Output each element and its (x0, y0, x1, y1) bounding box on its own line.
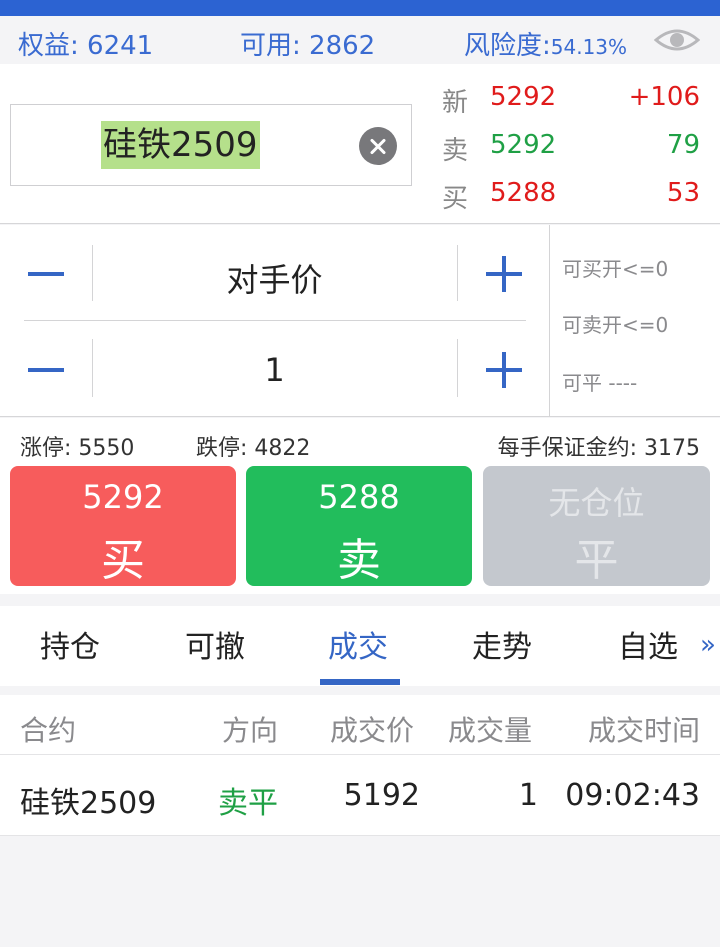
close-circle-icon[interactable] (359, 127, 397, 165)
quote-label: 买 (442, 184, 469, 214)
sell-label: 卖 (337, 535, 381, 586)
trades-table: 合约 方向 成交价 成交量 成交时间 硅铁2509 卖平 5192 1 09:0… (0, 695, 720, 836)
tab-trades[interactable]: 成交 (328, 622, 388, 666)
price-type-selector[interactable]: 对手价 (92, 255, 457, 301)
close-position-button[interactable]: 无仓位 平 (483, 466, 710, 586)
cell-contract: 硅铁2509 (20, 786, 157, 821)
quote-change: 79 (666, 130, 700, 160)
price-minus-button[interactable] (28, 272, 64, 276)
bottom-tabs: 持仓 可撤 成交 走势 自选 » (0, 606, 720, 686)
col-volume: 成交量 (448, 714, 533, 747)
symbol-input[interactable]: 硅铁2509 (10, 104, 412, 186)
tab-positions[interactable]: 持仓 (40, 622, 100, 666)
quantity-input[interactable]: 1 (92, 351, 457, 389)
tab-watchlist[interactable]: 自选 (618, 622, 678, 666)
price-limits: 涨停: 5550 跌停: 4822 每手保证金约: 3175 (0, 418, 720, 464)
tab-cancelable[interactable]: 可撤 (185, 622, 245, 666)
quote-value: 5292 (490, 130, 557, 160)
order-panel: 对手价 1 可买开<=0 可卖开<=0 可平 ---- (0, 225, 720, 417)
close-status: 无仓位 (548, 484, 645, 522)
price-plus-button[interactable] (486, 256, 522, 292)
position-availability: 可买开<=0 可卖开<=0 可平 ---- (549, 225, 720, 417)
can-buy-open: 可买开<=0 (562, 257, 669, 281)
margin-per-lot: 每手保证金约: 3175 (497, 436, 700, 461)
quantity-plus-button[interactable] (486, 352, 522, 388)
quote-value: 5288 (490, 178, 557, 208)
buy-button[interactable]: 5292 买 (10, 466, 236, 586)
divider (457, 339, 458, 397)
account-summary: 权益: 6241 可用: 2862 风险度:54.13% (0, 16, 720, 64)
trade-buttons: 5292 买 5288 卖 无仓位 平 (0, 464, 720, 594)
symbol-text: 硅铁2509 (101, 121, 260, 169)
cell-direction: 卖平 (218, 786, 278, 821)
limit-down: 跌停: 4822 (196, 436, 311, 461)
sell-button[interactable]: 5288 卖 (246, 466, 472, 586)
quote-label: 卖 (442, 136, 469, 166)
quote-change: 53 (666, 178, 700, 208)
cell-time: 09:02:43 (565, 778, 700, 813)
quote-change: +106 (628, 82, 700, 112)
cell-price: 5192 (343, 778, 420, 813)
risk: 风险度:54.13% (464, 31, 628, 61)
quote-row-ask: 卖 5292 79 (442, 126, 700, 166)
quote-panel: 硅铁2509 新 5292 +106 卖 5292 79 买 5288 53 (0, 64, 720, 224)
can-close: 可平 ---- (562, 371, 638, 395)
col-contract: 合约 (20, 714, 77, 747)
double-chevron-right-icon[interactable]: » (700, 630, 720, 660)
quote-value: 5292 (490, 82, 557, 112)
tab-trend[interactable]: 走势 (472, 622, 532, 666)
status-bar (0, 0, 720, 16)
quote-row-bid: 买 5288 53 (442, 174, 700, 214)
table-header: 合约 方向 成交价 成交量 成交时间 (0, 695, 720, 755)
equity: 权益: 6241 (18, 31, 154, 61)
quote-label: 新 (442, 88, 469, 118)
can-sell-open: 可卖开<=0 (562, 313, 669, 337)
quote-row-last: 新 5292 +106 (442, 78, 700, 118)
buy-label: 买 (101, 535, 145, 586)
col-direction: 方向 (222, 714, 279, 747)
close-label: 平 (574, 535, 619, 586)
table-row[interactable]: 硅铁2509 卖平 5192 1 09:02:43 (0, 756, 720, 836)
divider (457, 245, 458, 301)
active-tab-indicator (320, 679, 400, 685)
available: 可用: 2862 (240, 31, 376, 61)
sell-price: 5288 (318, 478, 400, 516)
quantity-minus-button[interactable] (28, 368, 64, 372)
col-time: 成交时间 (587, 714, 700, 747)
buy-price: 5292 (82, 478, 164, 516)
col-price: 成交价 (330, 714, 415, 747)
limit-up: 涨停: 5550 (20, 436, 135, 461)
eye-icon[interactable] (654, 24, 700, 56)
cell-volume: 1 (518, 778, 538, 813)
divider (24, 320, 526, 321)
